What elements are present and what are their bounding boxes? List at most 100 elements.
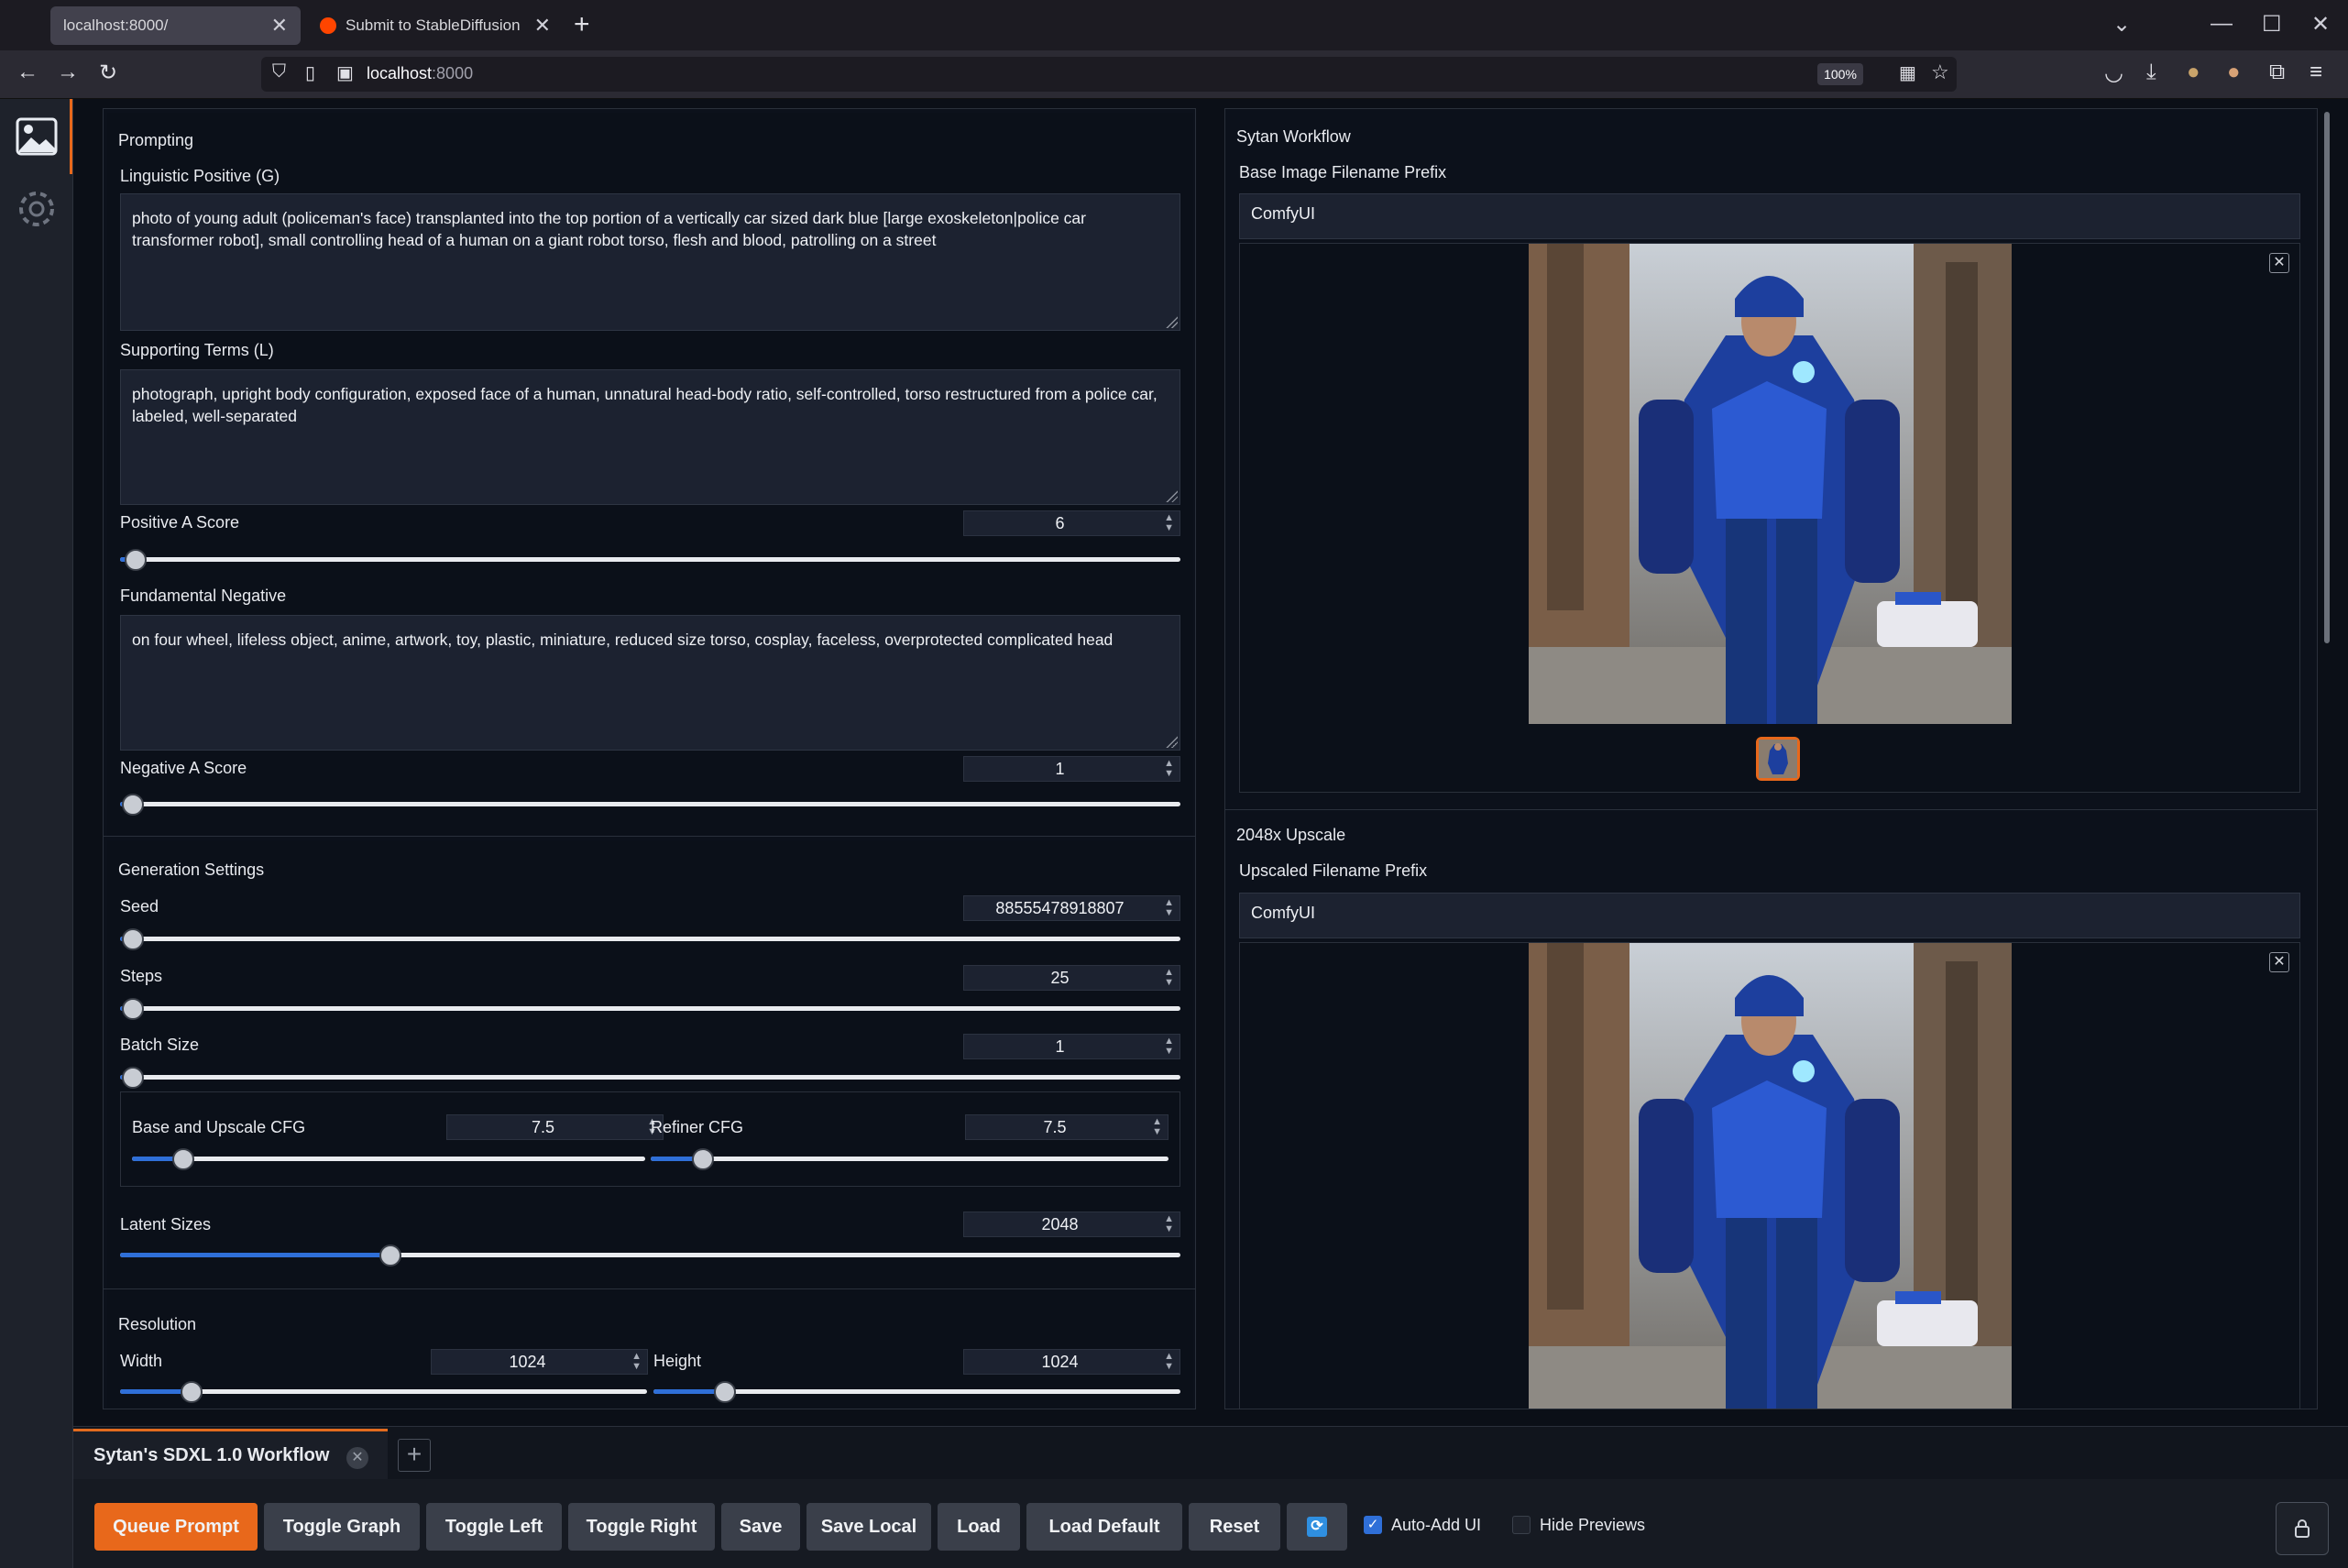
steps-slider[interactable] <box>120 998 1180 1020</box>
base-image-preview: ✕ <box>1239 243 2300 793</box>
url-bar[interactable]: ⛉ ▯ ▣ localhost:8000 100% ▦ ☆ <box>261 57 1957 92</box>
pocket-icon[interactable]: ◡ <box>2104 60 2123 86</box>
steps-input[interactable]: 25 ▲ ▼ <box>963 965 1180 991</box>
height-input[interactable]: 1024 ▲ ▼ <box>963 1349 1180 1375</box>
add-workflow-icon[interactable]: + <box>398 1439 431 1472</box>
toggle-graph-button[interactable]: Toggle Graph <box>264 1503 420 1551</box>
seed-slider[interactable] <box>120 928 1180 950</box>
workflow-tab[interactable]: Sytan's SDXL 1.0 Workflow ✕ <box>73 1429 388 1480</box>
cfg-group: Base and Upscale CFG 7.5 ▲ ▼ Refiner CFG … <box>120 1091 1180 1187</box>
maximize-icon[interactable]: ☐ <box>2262 11 2282 38</box>
auto-add-ui-checkbox[interactable]: ✓ <box>1364 1516 1382 1534</box>
close-window-icon[interactable]: ✕ <box>2311 11 2330 38</box>
toggle-right-button[interactable]: Toggle Right <box>568 1503 715 1551</box>
robot-image[interactable] <box>1529 244 2012 724</box>
resize-grip[interactable] <box>1165 315 1178 328</box>
slider-thumb[interactable] <box>121 998 144 1020</box>
spinner-icon[interactable]: ▲ ▼ <box>1164 1352 1174 1372</box>
seed-input[interactable]: 88555478918807 ▲ ▼ <box>963 895 1180 921</box>
robot-image-upscaled[interactable] <box>1529 943 2012 1409</box>
negative-a-score-input[interactable]: 1 ▲ ▼ <box>963 756 1180 782</box>
slider-thumb[interactable] <box>172 1148 194 1170</box>
slider-thumb[interactable] <box>379 1245 402 1266</box>
slider-thumb[interactable] <box>125 549 148 571</box>
spinner-icon[interactable]: ▲ ▼ <box>1152 1117 1162 1137</box>
spinner-icon[interactable]: ▲ ▼ <box>1164 1214 1174 1234</box>
thumbnail-robot[interactable] <box>1756 737 1800 781</box>
refiner-cfg-slider[interactable] <box>651 1148 1169 1170</box>
slider-thumb[interactable] <box>691 1148 714 1170</box>
slider-thumb[interactable] <box>121 794 144 816</box>
spinner-icon[interactable]: ▲ ▼ <box>1164 1036 1174 1057</box>
extension-icon[interactable]: ● <box>2187 60 2200 85</box>
reset-button[interactable]: Reset <box>1189 1503 1280 1551</box>
latent-sizes-input[interactable]: 2048 ▲ ▼ <box>963 1212 1180 1237</box>
lock-button[interactable] <box>2276 1502 2329 1555</box>
resize-grip[interactable] <box>1165 735 1178 748</box>
permissions-icon[interactable]: ▣ <box>336 61 354 84</box>
positive-a-score-input[interactable]: 6 ▲ ▼ <box>963 510 1180 536</box>
close-preview-icon[interactable]: ✕ <box>2269 253 2289 273</box>
batch-size-input[interactable]: 1 ▲ ▼ <box>963 1034 1180 1059</box>
load-default-button[interactable]: Load Default <box>1026 1503 1182 1551</box>
slider-thumb[interactable] <box>180 1381 203 1403</box>
width-slider[interactable] <box>120 1381 647 1403</box>
hide-previews-checkbox[interactable] <box>1512 1516 1531 1534</box>
slider-thumb[interactable] <box>121 928 144 950</box>
close-tab-icon[interactable]: ✕ <box>271 14 288 38</box>
browser-tab-reddit[interactable]: Submit to StableDiffusion ✕ <box>307 6 564 45</box>
close-preview-icon[interactable]: ✕ <box>2269 952 2289 972</box>
page-icon[interactable]: ▯ <box>305 61 315 84</box>
browser-tab-localhost[interactable]: localhost:8000/ ✕ <box>50 6 301 45</box>
close-workflow-icon[interactable]: ✕ <box>346 1447 368 1469</box>
supporting-terms-textarea[interactable]: photograph, upright body configuration, … <box>120 369 1180 505</box>
minimize-icon[interactable]: — <box>2211 11 2233 37</box>
settings-gear-icon[interactable] <box>15 187 59 231</box>
spinner-icon[interactable]: ▲ ▼ <box>1164 968 1174 988</box>
spinner-icon[interactable]: ▲ ▼ <box>1164 898 1174 918</box>
new-tab-icon[interactable]: + <box>574 9 590 40</box>
positive-a-score-slider[interactable] <box>120 549 1180 571</box>
batch-size-slider[interactable] <box>120 1067 1180 1089</box>
linguistic-positive-textarea[interactable]: photo of young adult (policeman's face) … <box>120 193 1180 331</box>
negative-a-score-slider[interactable] <box>120 794 1180 816</box>
fundamental-negative-textarea[interactable]: on four wheel, lifeless object, anime, a… <box>120 615 1180 751</box>
zoom-level[interactable]: 100% <box>1817 63 1863 85</box>
base-cfg-slider[interactable] <box>132 1148 645 1170</box>
back-icon[interactable]: ← <box>16 60 38 85</box>
download-icon[interactable]: ⤓ <box>2146 60 2156 85</box>
list-tabs-icon[interactable]: ⌄ <box>2112 11 2131 38</box>
base-prefix-input[interactable]: ComfyUI <box>1239 193 2300 239</box>
spinner-icon[interactable]: ▲ ▼ <box>631 1352 642 1372</box>
right-panel-scrollbar[interactable] <box>2324 112 2330 643</box>
slider-thumb[interactable] <box>121 1067 144 1089</box>
height-slider[interactable] <box>653 1381 1180 1403</box>
load-button[interactable]: Load <box>938 1503 1020 1551</box>
save-button[interactable]: Save <box>721 1503 800 1551</box>
extensions-grid-icon[interactable]: ▦ <box>1899 61 1916 84</box>
upscaled-prefix-input[interactable]: ComfyUI <box>1239 893 2300 938</box>
slider-thumb[interactable] <box>713 1381 736 1403</box>
base-cfg-input[interactable]: 7.5 ▲ ▼ <box>446 1114 664 1140</box>
save-local-button[interactable]: Save Local <box>806 1503 931 1551</box>
lock-icon <box>2295 1519 2310 1538</box>
spinner-icon[interactable]: ▲ ▼ <box>1164 513 1174 533</box>
image-gallery-icon[interactable] <box>15 115 59 159</box>
menu-icon[interactable]: ≡ <box>2310 60 2322 85</box>
width-input[interactable]: 1024 ▲ ▼ <box>431 1349 648 1375</box>
spinner-icon[interactable]: ▲ ▼ <box>1164 759 1174 779</box>
upscaled-prefix-label: Upscaled Filename Prefix <box>1239 861 1428 880</box>
latent-sizes-slider[interactable] <box>120 1245 1180 1266</box>
refresh-button[interactable]: ⟳ <box>1287 1503 1347 1551</box>
toggle-left-button[interactable]: Toggle Left <box>426 1503 562 1551</box>
queue-prompt-button[interactable]: Queue Prompt <box>94 1503 258 1551</box>
shield-icon[interactable]: ⛉ <box>272 61 286 82</box>
bookmark-star-icon[interactable]: ☆ <box>1931 60 1949 84</box>
resize-grip[interactable] <box>1165 489 1178 502</box>
refiner-cfg-input[interactable]: 7.5 ▲ ▼ <box>965 1114 1169 1140</box>
forward-icon[interactable]: → <box>57 60 79 85</box>
reload-icon[interactable]: ↻ <box>99 60 117 86</box>
close-tab-icon[interactable]: ✕ <box>534 14 551 38</box>
extension-icon-2[interactable]: ● <box>2227 60 2241 85</box>
extensions-icon[interactable]: ⧉ <box>2269 60 2285 85</box>
